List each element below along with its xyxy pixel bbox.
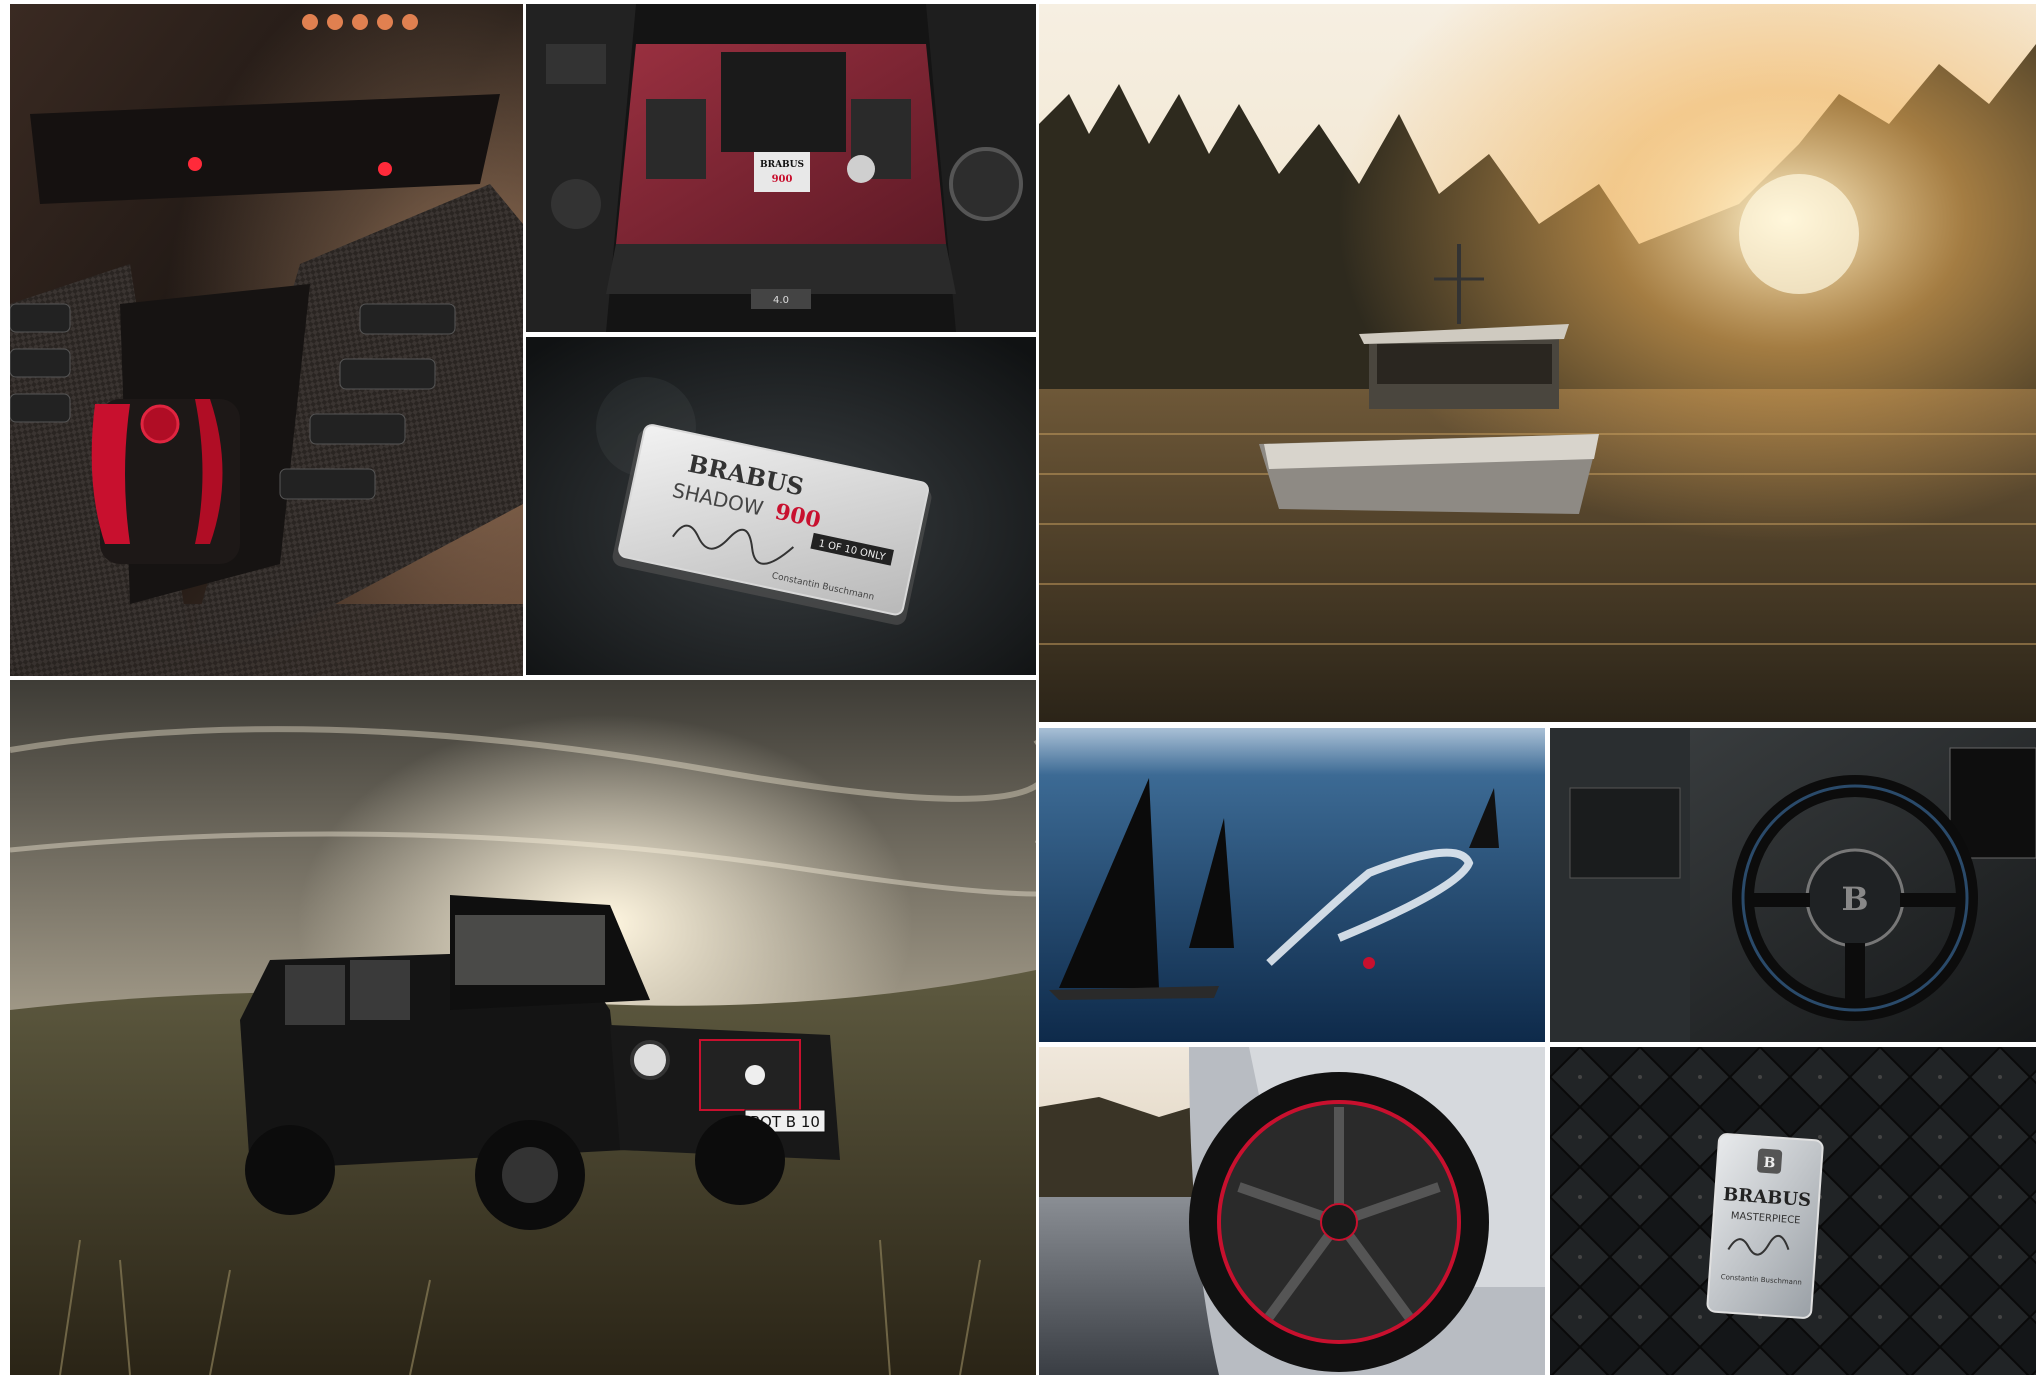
helm-logo-icon: B — [1841, 880, 1868, 918]
masterpiece-logo-icon: B — [1763, 1155, 1776, 1172]
engine-badge: 4.0 — [773, 295, 789, 306]
photo-helm[interactable]: B — [1550, 728, 2036, 1042]
engine-label-brand: BRABUS — [760, 160, 804, 170]
g-wagon-dunes-image: BOT B 10 — [10, 680, 1036, 1375]
masterpiece-plaque-image: B BRABUS MASTERPIECE Constantin Buschman… — [1550, 1047, 2036, 1375]
sailing-yachts-image — [1039, 728, 1545, 1042]
photo-wheel-detail[interactable] — [1039, 1047, 1545, 1375]
photo-interior-console[interactable] — [10, 4, 523, 676]
interior-console-image — [10, 4, 523, 676]
wheel-detail-image — [1039, 1047, 1545, 1375]
engine-bay-image: BRABUS 900 4.0 — [526, 4, 1036, 332]
photo-boat-sunset[interactable] — [1039, 4, 2036, 722]
photo-sailing-yachts[interactable] — [1039, 728, 1545, 1042]
boat-sunset-image — [1039, 4, 2036, 722]
helm-image: B — [1550, 728, 2036, 1042]
photo-engine-bay[interactable]: BRABUS 900 4.0 — [526, 4, 1036, 332]
photo-masterpiece-plaque[interactable]: B BRABUS MASTERPIECE Constantin Buschman… — [1550, 1047, 2036, 1375]
engine-label-model: 900 — [772, 174, 793, 185]
photo-collage: BRABUS 900 4.0 BRABUS SHADOW 900 1 OF 10… — [0, 0, 2036, 1375]
engine-label-plate — [754, 152, 810, 192]
photo-g-wagon-dunes[interactable]: BOT B 10 — [10, 680, 1036, 1375]
photo-shadow-plaque[interactable]: BRABUS SHADOW 900 1 OF 10 ONLY Constanti… — [526, 337, 1036, 675]
shadow-plaque-image: BRABUS SHADOW 900 1 OF 10 ONLY Constanti… — [526, 337, 1036, 675]
